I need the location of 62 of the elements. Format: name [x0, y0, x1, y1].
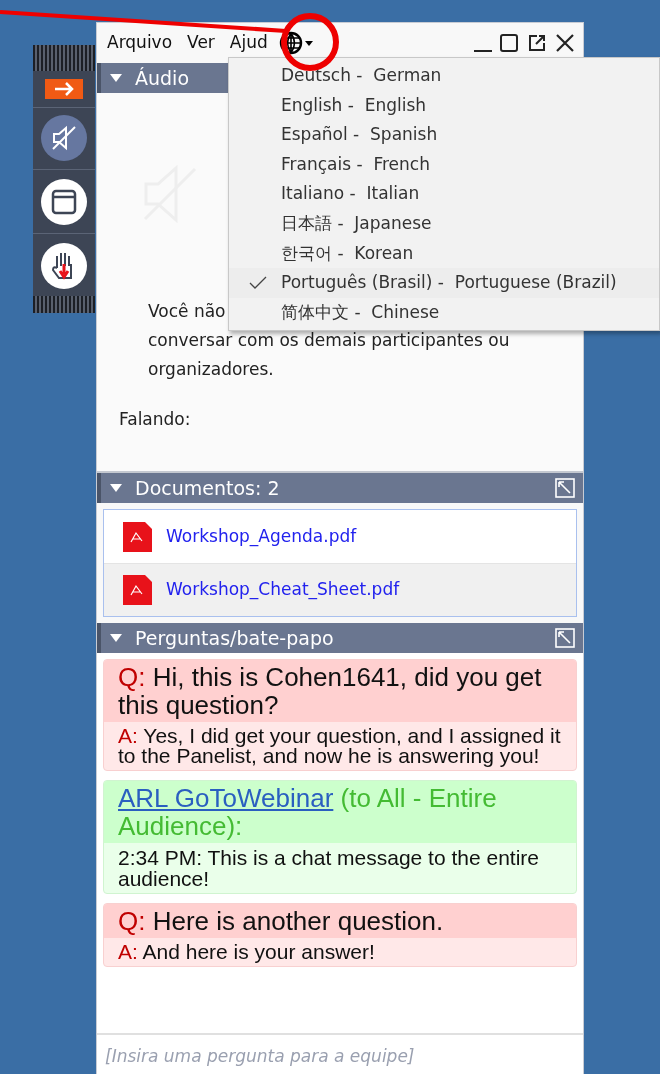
document-link[interactable]: Workshop_Agenda.pdf [166, 523, 357, 550]
collapse-caret-icon[interactable] [109, 73, 123, 83]
muted-speaker-icon [50, 124, 78, 152]
raise-hand-button[interactable] [41, 243, 87, 289]
question-text: Q: Here is another question. [118, 906, 444, 936]
collapse-caret-icon[interactable] [109, 483, 123, 493]
language-option[interactable]: English - English [229, 90, 659, 121]
pdf-file-icon [121, 573, 153, 607]
audio-message-text: organizadores. [148, 358, 274, 381]
language-label: 日本語 - Japanese [281, 212, 432, 235]
language-option[interactable]: Español - Spanish [229, 120, 659, 150]
exit-button[interactable] [45, 79, 83, 99]
document-row[interactable]: Workshop_Cheat_Sheet.pdf [104, 563, 576, 616]
question-text: Q: Hi, this is Cohen1641, did you get this question? [118, 662, 542, 720]
audio-message-text: conversar com os demais participantes ou [148, 329, 510, 352]
menu-item[interactable]: Ajud [229, 30, 268, 56]
language-label: Español - Spanish [281, 123, 438, 147]
speaking-label: Falando: [119, 408, 191, 431]
language-option[interactable]: Deutsch - German [229, 61, 659, 91]
maximize-icon[interactable] [499, 33, 519, 53]
window-icon [50, 188, 78, 216]
answer-text: A: And here is your answer! [118, 940, 375, 963]
popout-icon[interactable] [527, 33, 547, 53]
section-title: Perguntas/bate-papo [135, 625, 334, 651]
language-option[interactable]: 简体中文 - Chinese [229, 297, 659, 328]
answer-text: A: Yes, I did get your question, and I assigned it to the Panelist, and now he is answering you! [118, 724, 561, 767]
language-label: Italiano - Italian [281, 182, 420, 206]
menu-item[interactable]: Arquivo [107, 30, 173, 56]
language-label: 한국어 - Korean [281, 241, 414, 265]
section-title: Documentos: 2 [135, 475, 280, 501]
language-label: Français - French [281, 152, 430, 176]
arrow-right-icon [53, 82, 75, 96]
language-menu-button[interactable] [278, 31, 313, 55]
collapse-caret-icon[interactable] [109, 633, 123, 643]
language-option[interactable]: 한국어 - Korean [229, 238, 659, 269]
close-icon[interactable] [555, 33, 575, 53]
language-label: English - English [281, 93, 427, 117]
language-option[interactable]: 日本語 - Japanese [229, 208, 659, 239]
sender-link[interactable]: ARL GoToWebinar [118, 783, 334, 813]
chat-header-text: ARL GoToWebinar (to All - Entire Audience): [118, 783, 497, 841]
checkmark-icon [249, 275, 267, 290]
document-row[interactable]: Workshop_Agenda.pdf [104, 510, 576, 563]
mute-button[interactable] [41, 115, 87, 161]
window-button[interactable] [41, 179, 87, 225]
language-label: Deutsch - German [281, 64, 442, 88]
language-option[interactable]: Italiano - Italian [229, 179, 659, 209]
document-link[interactable]: Workshop_Cheat_Sheet.pdf [166, 577, 400, 603]
pdf-file-icon [121, 519, 153, 554]
dropdown-caret-icon [304, 40, 313, 46]
language-label: 简体中文 - Chinese [281, 300, 440, 324]
section-header[interactable]: Perguntas/bate-papo [97, 623, 583, 653]
globe-icon [278, 31, 303, 55]
menu-item[interactable]: Ver [187, 30, 215, 56]
grip-handle[interactable] [33, 45, 95, 71]
section-title: Áudio [135, 65, 189, 91]
section-header[interactable]: Documentos: 2 [97, 473, 583, 503]
audio-message-text: Você não [148, 300, 226, 323]
chat-message-text: 2:34 PM: This is a chat message to the entire audience! [117, 845, 540, 892]
language-option[interactable]: Français - French [229, 149, 659, 180]
language-option[interactable]: Português (Brasil) - Portuguese (Brazil) [229, 268, 659, 298]
language-label: Português (Brasil) - Portuguese (Brazil) [281, 271, 617, 295]
grip-handle[interactable] [33, 296, 95, 313]
